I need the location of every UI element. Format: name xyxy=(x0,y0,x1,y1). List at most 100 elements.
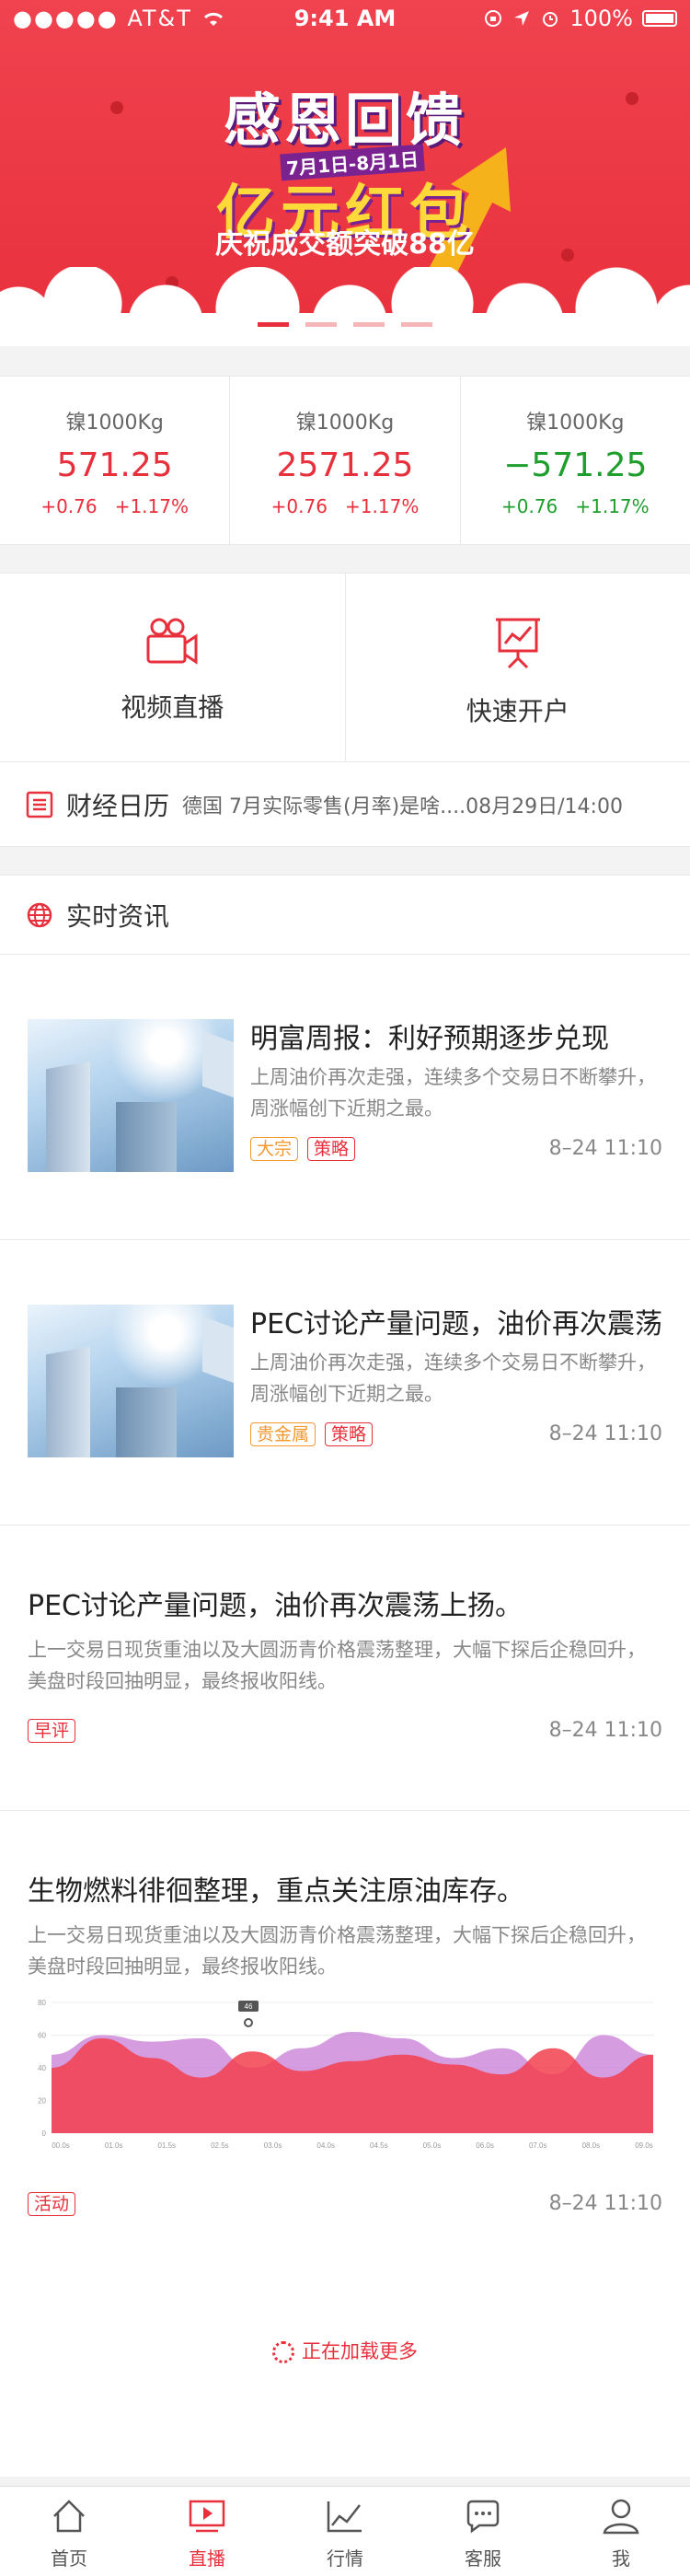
tab-label: 行情 xyxy=(327,2547,363,2570)
quote-card[interactable]: 镍1000Kg −571.25 +0.76 +1.17% xyxy=(461,377,690,544)
news-thumbnail xyxy=(28,1305,234,1457)
tab-me[interactable]: 我 xyxy=(552,2487,690,2576)
calendar-title: 财经日历 xyxy=(66,790,170,821)
page-indicator[interactable] xyxy=(353,322,385,327)
tab-live[interactable]: 直播 xyxy=(138,2487,276,2576)
news-tags: 早评 xyxy=(28,1719,76,1743)
quote-price: 2571.25 xyxy=(276,447,414,484)
feature-label: 视频直播 xyxy=(121,692,224,723)
video-camera-icon xyxy=(146,618,198,665)
chart-x-tick-label: 02.5s xyxy=(211,2141,229,2150)
tab-service[interactable]: 客服 xyxy=(414,2487,552,2576)
news-item[interactable]: 明富周报：利好预期逐步兑现 上周油价再次走强，连续多个交易日不断攀升，周涨幅创下… xyxy=(0,955,690,1240)
chart-x-tick-label: 07.0s xyxy=(529,2141,547,2150)
chart-y-tick-label: 80 xyxy=(38,1999,46,2007)
tab-market[interactable]: 行情 xyxy=(276,2487,414,2576)
news-item-title: PEC讨论产量问题，油价再次震荡上扬。 xyxy=(28,1590,523,1622)
tab-label: 我 xyxy=(612,2547,630,2570)
quick-open-account-button[interactable]: 快速开户 xyxy=(346,574,690,761)
chart-x-tick-label: 06.0s xyxy=(476,2141,494,2150)
chart-x-tick-label: 09.0s xyxy=(635,2141,653,2150)
tab-label: 客服 xyxy=(465,2547,501,2570)
calendar-ticker[interactable]: 德国 7月实际零售(月率)是啥....08月29日/14:00 xyxy=(182,790,623,819)
news-item-desc: 上周油价再次走强，连续多个交易日不断攀升，周涨幅创下近期之最。 xyxy=(250,1352,656,1405)
chart-x-tick-label: 03.0s xyxy=(264,2141,282,2150)
news-tag[interactable]: 大宗 xyxy=(250,1137,299,1161)
news-section: 实时资讯 明富周报：利好预期逐步兑现 上周油价再次走强，连续多个交易日不断攀升，… xyxy=(0,875,690,2477)
finance-calendar-row[interactable]: 财经日历 德国 7月实际零售(月率)是啥....08月29日/14:00 xyxy=(0,762,690,847)
quote-name: 镍1000Kg xyxy=(295,412,395,435)
chart-y-tick-label: 20 xyxy=(38,2097,46,2106)
video-live-button[interactable]: 视频直播 xyxy=(0,574,346,761)
news-item[interactable]: 生物燃料徘徊整理，重点关注原油库存。 上一交易日现货重油以及大圆沥青价格震荡整理… xyxy=(0,1811,690,2280)
chart-x-tick-label: 05.0s xyxy=(423,2141,442,2150)
feature-label: 快速开户 xyxy=(466,696,569,726)
page-indicator[interactable] xyxy=(305,322,337,327)
promo-banner[interactable]: 感恩回馈 7月1日-8月1日 亿元红包 庆祝成交额突破88亿 xyxy=(0,0,690,346)
price-area-chart: 0 20 40 60 80 00.0s 01.0s 01.5s 02.5s 03.0s 04.0s 0… xyxy=(38,1999,653,2150)
quote-change: +0.76 +1.17% xyxy=(40,495,189,517)
chart-y-tick-label: 0 xyxy=(42,2129,47,2138)
status-bar: ●●●●● AT&T 9:41 AM 100% xyxy=(0,0,690,37)
news-tags: 活动 xyxy=(28,2192,76,2216)
news-title: 实时资讯 xyxy=(66,900,170,932)
chart-x-tick-label: 00.0s xyxy=(52,2141,70,2150)
news-item-title: PEC讨论产量问题，油价再次震荡 xyxy=(250,1308,662,1340)
news-time: 8–24 11:10 xyxy=(548,1422,662,1445)
chart-x-tick-label: 08.0s xyxy=(582,2141,601,2150)
feature-grid: 视频直播 快速开户 xyxy=(0,573,690,762)
news-thumbnail xyxy=(28,1019,234,1172)
user-icon xyxy=(603,2499,639,2535)
banner-subtitle: 庆祝成交额突破88亿 xyxy=(215,228,475,261)
trend-chart-icon xyxy=(327,2501,362,2533)
quote-card[interactable]: 镍1000Kg 2571.25 +0.76 +1.17% xyxy=(230,377,461,544)
chart-x-tick-label: 04.0s xyxy=(316,2141,335,2150)
news-item-desc: 上一交易日现货重油以及大圆沥青价格震荡整理，大幅下探后企稳回升，美盘时段回抽明显… xyxy=(28,1639,646,1692)
loading-text: 正在加载更多 xyxy=(302,2340,418,2362)
news-time: 8–24 11:10 xyxy=(548,1137,662,1160)
banner-pagination xyxy=(0,322,690,327)
spinner-icon xyxy=(272,2341,294,2363)
quote-change: +0.76 +1.17% xyxy=(270,495,420,517)
news-item-desc: 上一交易日现货重油以及大圆沥青价格震荡整理，大幅下探后企稳回升，美盘时段回抽明显… xyxy=(28,1924,646,1978)
news-item-title: 生物燃料徘徊整理，重点关注原油库存。 xyxy=(28,1875,524,1908)
chat-bubble-icon xyxy=(466,2500,500,2534)
news-tag[interactable]: 策略 xyxy=(325,1422,374,1446)
chart-x-tick-label: 01.0s xyxy=(105,2141,123,2150)
news-tag[interactable]: 活动 xyxy=(28,2192,76,2216)
quote-name: 镍1000Kg xyxy=(526,412,625,435)
chart-x-tick-label: 01.5s xyxy=(157,2141,176,2150)
chart-marker-point xyxy=(244,2018,253,2027)
home-icon xyxy=(53,2500,85,2533)
globe-icon xyxy=(27,902,52,927)
battery-icon xyxy=(642,10,677,27)
news-tags: 大宗 策略 xyxy=(250,1137,356,1161)
quote-price: −571.25 xyxy=(503,447,648,484)
page-indicator[interactable] xyxy=(401,322,432,327)
news-tag[interactable]: 策略 xyxy=(307,1137,356,1161)
news-tag[interactable]: 早评 xyxy=(28,1719,76,1743)
news-tag[interactable]: 贵金属 xyxy=(250,1422,316,1446)
list-doc-icon xyxy=(26,791,53,818)
play-screen-icon xyxy=(189,2500,225,2533)
load-more-indicator[interactable]: 正在加载更多 xyxy=(0,2337,690,2364)
news-item-title: 明富周报：利好预期逐步兑现 xyxy=(250,1023,609,1055)
bottom-tab-bar: 首页 直播 行情 客服 我 xyxy=(0,2486,690,2576)
news-tags: 贵金属 策略 xyxy=(250,1422,374,1446)
tab-home[interactable]: 首页 xyxy=(0,2487,138,2576)
tab-label: 首页 xyxy=(51,2547,87,2570)
quote-change: +0.76 +1.17% xyxy=(500,495,650,517)
news-header: 实时资讯 xyxy=(0,876,690,955)
page-indicator-active[interactable] xyxy=(258,322,289,327)
quote-name: 镍1000Kg xyxy=(65,412,164,435)
chart-marker-label: 46 xyxy=(245,2002,253,2011)
news-item[interactable]: PEC讨论产量问题，油价再次震荡 上周油价再次走强，连续多个交易日不断攀升，周涨… xyxy=(0,1240,690,1526)
news-item[interactable]: PEC讨论产量问题，油价再次震荡上扬。 上一交易日现货重油以及大圆沥青价格震荡整… xyxy=(0,1526,690,1811)
tab-label: 直播 xyxy=(189,2547,225,2570)
chart-y-tick-label: 40 xyxy=(38,2064,46,2072)
news-time: 8–24 11:10 xyxy=(548,1719,662,1742)
quote-card[interactable]: 镍1000Kg 571.25 +0.76 +1.17% xyxy=(0,377,231,544)
chart-y-tick-label: 60 xyxy=(38,2032,46,2040)
chart-x-tick-label: 04.5s xyxy=(370,2141,388,2150)
cloud-base xyxy=(0,313,690,346)
